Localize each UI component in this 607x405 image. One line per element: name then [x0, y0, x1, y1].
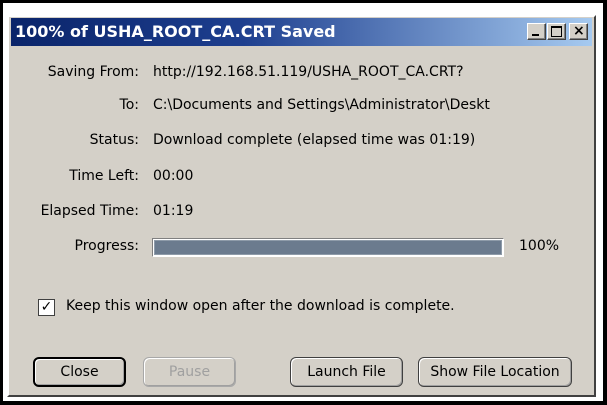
saving-from-value: http://192.168.51.119/USHA_ROOT_CA.CRT? — [153, 64, 464, 80]
saving-from-label: Saving From: — [47, 64, 139, 80]
launch-file-button[interactable]: Launch File — [290, 357, 403, 387]
status-value: Download complete (elapsed time was 01:1… — [153, 132, 476, 148]
keep-open-label: Keep this window open after the download… — [66, 298, 455, 314]
checkmark-icon: ✓ — [40, 299, 53, 315]
window-title: 100% of USHA_ROOT_CA.CRT Saved — [15, 22, 336, 41]
elapsed-value: 01:19 — [153, 203, 194, 219]
keep-open-checkbox[interactable]: ✓ — [38, 299, 55, 316]
show-file-location-button[interactable]: Show File Location — [418, 357, 572, 387]
close-button[interactable]: Close — [33, 357, 126, 387]
elapsed-label: Elapsed Time: — [40, 203, 139, 219]
title-bar[interactable]: 100% of USHA_ROOT_CA.CRT Saved × — [11, 18, 592, 46]
time-left-value: 00:00 — [153, 168, 194, 184]
close-icon: × — [573, 23, 585, 39]
maximize-icon — [551, 26, 562, 37]
maximize-button[interactable] — [547, 23, 566, 40]
progress-percent: 100% — [519, 238, 560, 254]
window-controls: × — [526, 23, 588, 40]
to-value: C:\Documents and Settings\Administrator\… — [153, 97, 490, 113]
progress-fill — [154, 240, 502, 255]
to-label: To: — [119, 97, 139, 113]
close-window-button[interactable]: × — [569, 23, 588, 40]
progress-bar — [152, 238, 504, 257]
minimize-icon — [532, 34, 539, 36]
time-left-label: Time Left: — [69, 168, 139, 184]
progress-label: Progress: — [74, 238, 139, 254]
download-dialog: 100% of USHA_ROOT_CA.CRT Saved × Saving … — [7, 15, 596, 397]
pause-button: Pause — [143, 357, 236, 387]
minimize-button[interactable] — [527, 23, 546, 40]
status-label: Status: — [89, 132, 139, 148]
